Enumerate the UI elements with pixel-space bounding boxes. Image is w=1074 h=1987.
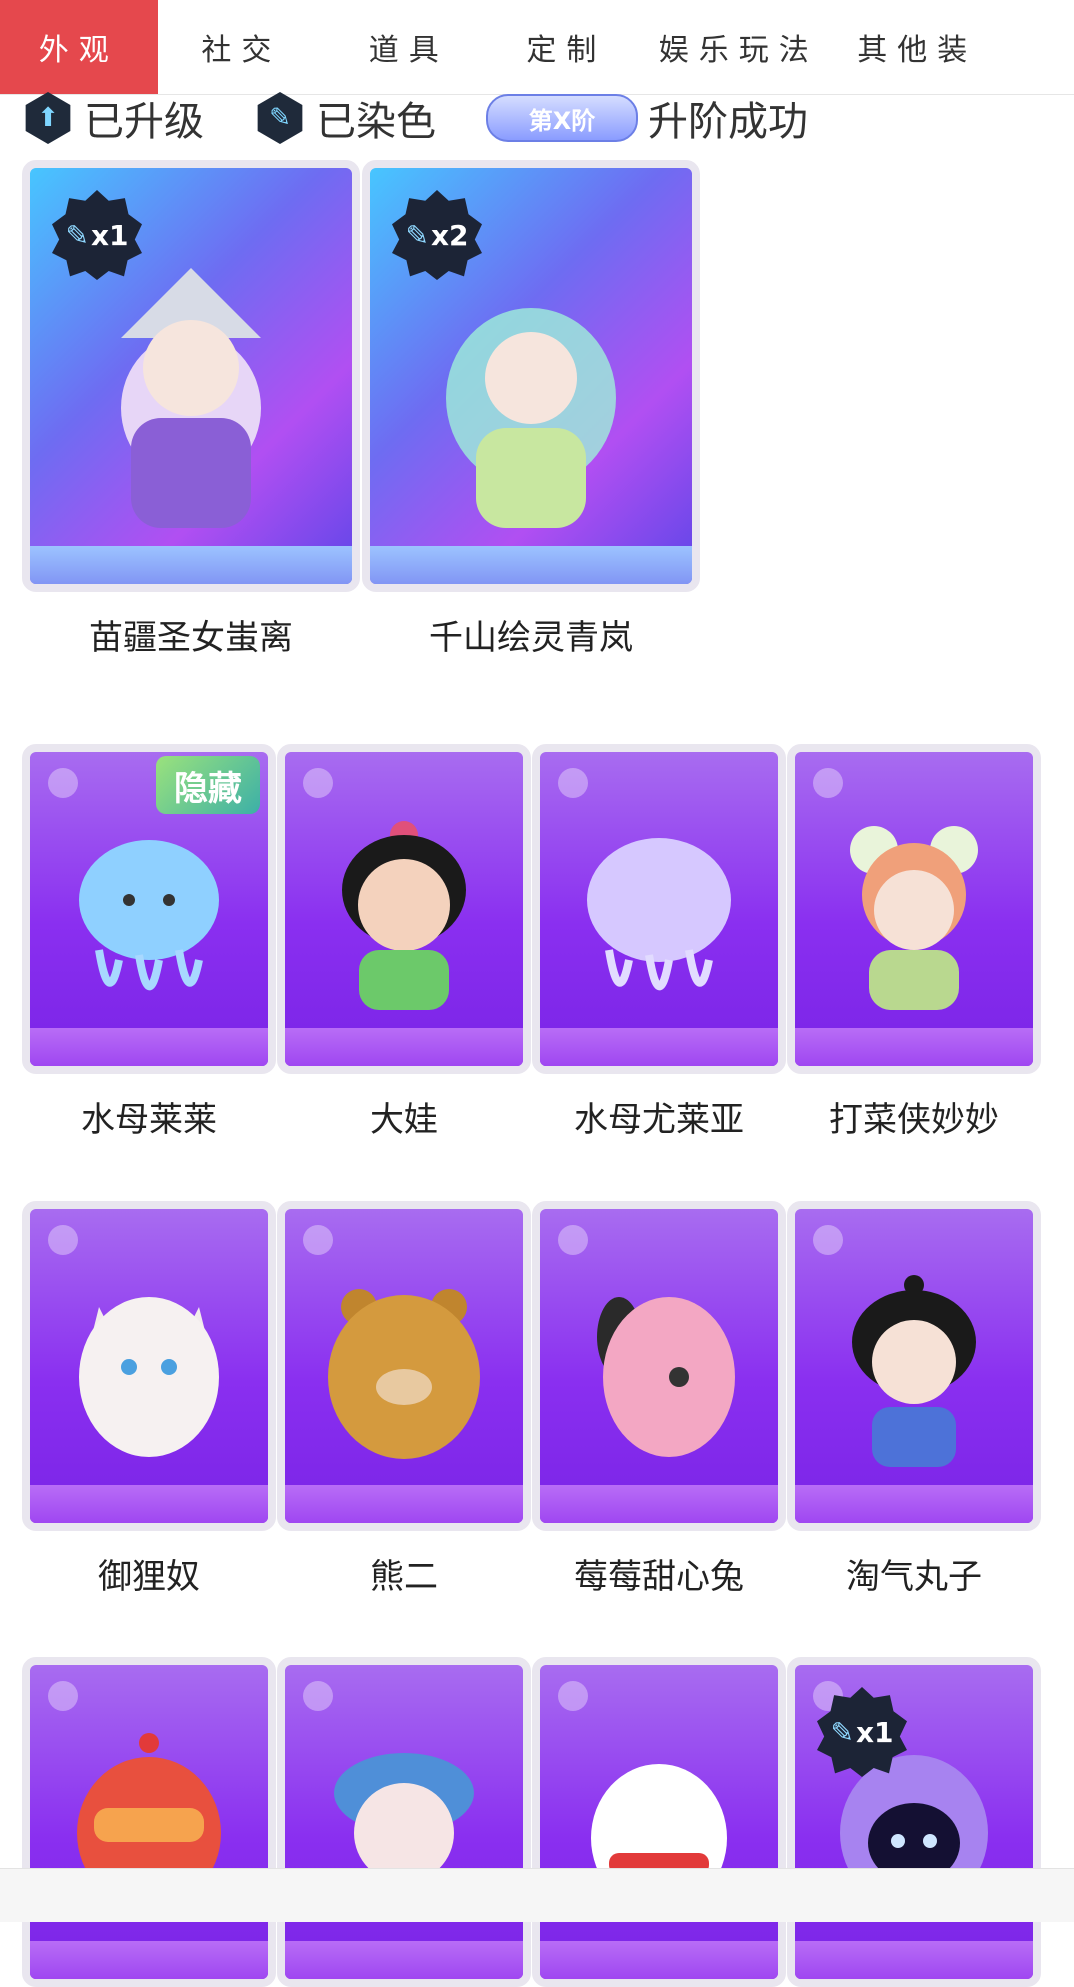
card-base: [795, 1028, 1033, 1066]
tab-other[interactable]: 其他装: [837, 0, 1074, 94]
upgrade-icon: ⬆: [25, 92, 71, 144]
outfit-card[interactable]: [277, 1657, 531, 1987]
outfit-card[interactable]: ✎ x2 千山绘灵青岚: [362, 160, 700, 659]
tab-custom[interactable]: 定制: [493, 0, 641, 94]
legend-stage-label: 升阶成功: [648, 99, 808, 145]
card-base: [540, 1028, 778, 1066]
card-frame: [22, 1201, 276, 1531]
character-figure: [328, 1289, 480, 1459]
character-figure: [446, 308, 616, 528]
outfit-card[interactable]: ✎ x1: [787, 1657, 1041, 1987]
dye-brush-icon: ✎: [405, 218, 429, 252]
card-frame: [22, 1657, 276, 1987]
card-frame: ✎ x1: [787, 1657, 1041, 1987]
outfit-card[interactable]: 打菜侠妙妙: [787, 744, 1041, 1141]
outfit-card[interactable]: ✎ x1 苗疆圣女蚩离: [22, 160, 360, 659]
card-base: [30, 1485, 268, 1523]
card-base: [30, 1941, 268, 1979]
outfit-name: 莓莓甜心兔: [574, 1557, 744, 1597]
tab-social[interactable]: 社交: [158, 0, 325, 94]
outfit-card[interactable]: [532, 1657, 786, 1987]
card-frame: [277, 1657, 531, 1987]
dye-brush-icon: ✎: [830, 1715, 854, 1749]
outfit-name: 大娃: [370, 1100, 438, 1140]
outfit-name: 苗疆圣女蚩离: [89, 618, 293, 658]
outfit-name: 熊二: [370, 1557, 438, 1597]
character-figure: [852, 1275, 976, 1467]
outfit-card[interactable]: 莓莓甜心兔: [532, 1201, 786, 1598]
card-frame: [532, 1657, 786, 1987]
card-base: [370, 546, 692, 584]
dye-count: x1: [90, 218, 129, 252]
legend-upgraded-label: 已升级: [84, 99, 204, 145]
card-frame: ✎ x1: [22, 160, 360, 592]
card-base: [30, 1028, 268, 1066]
character-figure: [342, 821, 466, 1010]
card-base: [540, 1485, 778, 1523]
card-base: [285, 1485, 523, 1523]
card-base: [795, 1485, 1033, 1523]
dye-brush-icon: ✎: [257, 92, 303, 144]
status-legend: ⬆ 已升级 ✎ 已染色 第X阶 升阶成功: [22, 90, 858, 146]
outfit-name: 淘气丸子: [846, 1557, 982, 1597]
card-frame: 隐藏: [22, 744, 276, 1074]
character-figure: [121, 268, 261, 528]
outfit-card[interactable]: 淘气丸子: [787, 1201, 1041, 1598]
card-frame: [277, 744, 531, 1074]
outfit-name: 千山绘灵青岚: [429, 618, 633, 658]
card-frame: [532, 1201, 786, 1531]
character-figure: [850, 826, 978, 1010]
tab-appearance[interactable]: 外观: [0, 0, 158, 94]
outfit-name: 水母尤莱亚: [574, 1100, 744, 1140]
card-base: [30, 546, 352, 584]
outfit-card[interactable]: 大娃: [277, 744, 531, 1141]
stage-pill-icon: 第X阶: [486, 94, 638, 142]
tab-items[interactable]: 道具: [325, 0, 492, 94]
outfit-name: 水母莱莱: [81, 1100, 217, 1140]
outfit-card[interactable]: 御狸奴: [22, 1201, 276, 1598]
character-figure: [597, 1297, 735, 1457]
card-base: [795, 1941, 1033, 1979]
outfit-name: 打菜侠妙妙: [829, 1100, 999, 1140]
character-figure: [79, 1297, 219, 1457]
card-base: [540, 1941, 778, 1979]
dye-brush-icon: ✎: [65, 218, 89, 252]
legend-dyed: ✎ 已染色: [254, 89, 436, 147]
legend-dyed-label: 已染色: [316, 99, 436, 145]
card-base: [285, 1941, 523, 1979]
card-frame: ✎ x2: [362, 160, 700, 592]
card-frame: [787, 1201, 1041, 1531]
outfit-card[interactable]: 熊二: [277, 1201, 531, 1598]
hidden-tag: 隐藏: [156, 756, 260, 814]
character-figure: [79, 840, 219, 991]
bottom-bar: [0, 1868, 1074, 1922]
outfit-card[interactable]: [22, 1657, 276, 1987]
card-frame: [532, 744, 786, 1074]
dye-count: x1: [855, 1715, 894, 1749]
character-figure: [587, 838, 731, 991]
outfit-card[interactable]: 水母尤莱亚: [532, 744, 786, 1141]
tab-entertainment[interactable]: 娱乐玩法: [640, 0, 837, 94]
category-tab-bar: 外观 社交 道具 定制 娱乐玩法 其他装: [0, 0, 1074, 95]
legend-stage: 第X阶 升阶成功: [486, 89, 808, 147]
outfit-card[interactable]: 隐藏 水母莱莱: [22, 744, 276, 1141]
card-base: [285, 1028, 523, 1066]
outfit-name: 御狸奴: [98, 1557, 200, 1597]
card-frame: [277, 1201, 531, 1531]
legend-upgraded: ⬆ 已升级: [22, 89, 204, 147]
dye-count: x2: [430, 218, 469, 252]
card-frame: [787, 744, 1041, 1074]
